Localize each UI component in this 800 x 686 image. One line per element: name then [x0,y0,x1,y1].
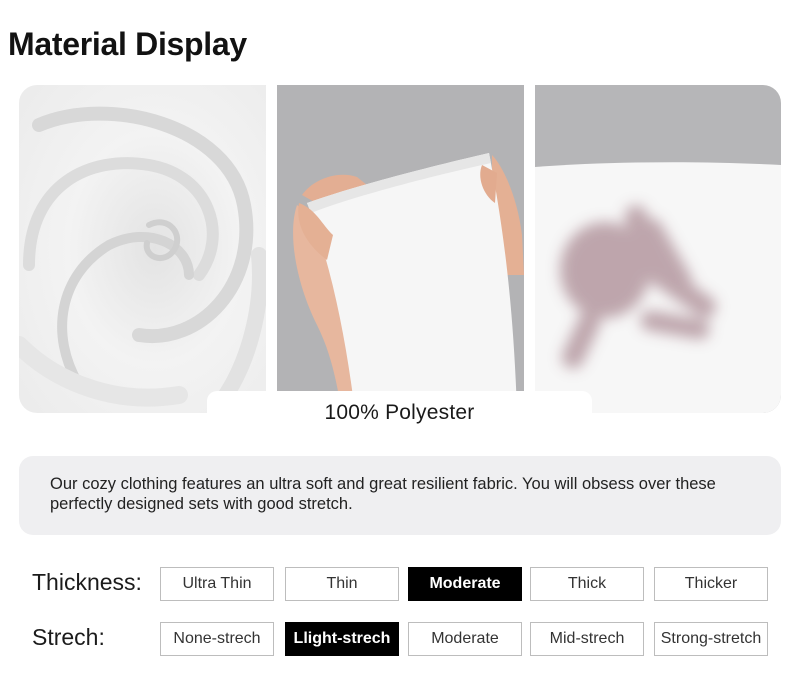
stretch-label: Strech: [32,624,105,650]
hand-behind-fabric-image [535,85,781,413]
material-gallery [19,85,781,413]
fabric-stretch-hands-image [277,85,524,413]
page-title: Material Display [8,26,247,62]
fabric-swirl-image [19,85,266,413]
description-card: Our cozy clothing features an ultra soft… [19,456,781,535]
stretch-option-strong: Strong-stretch [654,622,768,656]
stretch-option-none: None-strech [160,622,274,656]
stretch-option-moderate: Moderate [408,622,522,656]
description-text: Our cozy clothing features an ultra soft… [50,475,716,513]
stretch-option-mid: Mid-strech [530,622,644,656]
stretch-option-light: Llight-strech [285,622,399,656]
material-caption-text: 100% Polyester [324,401,475,424]
thickness-option-moderate: Moderate [408,567,522,601]
thickness-option-thick: Thick [530,567,644,601]
thickness-label: Thickness: [32,569,142,595]
thickness-option-ultra-thin: Ultra Thin [160,567,274,601]
material-caption: 100% Polyester [207,391,592,435]
thickness-option-thicker: Thicker [654,567,768,601]
thickness-option-thin: Thin [285,567,399,601]
